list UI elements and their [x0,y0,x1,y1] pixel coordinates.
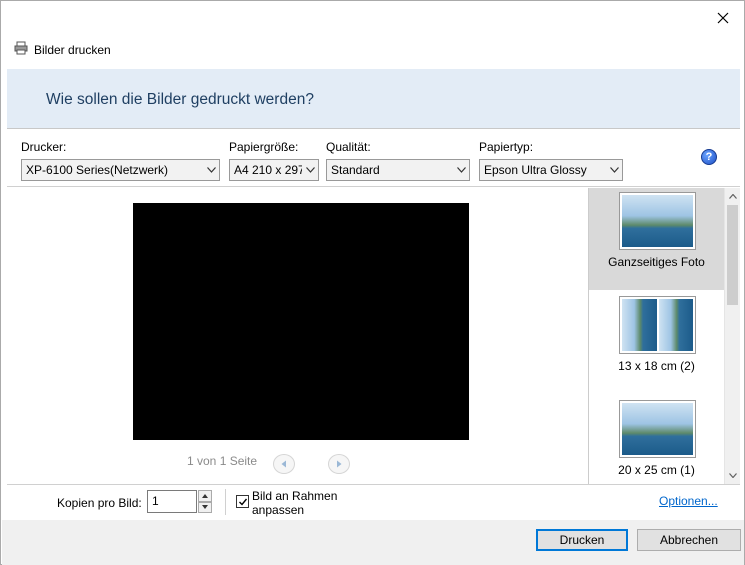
pager: 1 von 1 Seite [187,454,257,468]
quality-select[interactable]: Standard [326,159,470,181]
layout-caption: 13 x 18 cm (2) [618,359,695,373]
print-pictures-dialog: Bilder drucken Wie sollen die Bilder ged… [0,0,745,565]
paper-size-value: A4 210 x 297 [234,163,302,177]
copies-stepper[interactable] [198,490,212,513]
help-icon[interactable]: ? [701,149,717,165]
copies-input[interactable]: 1 [147,490,197,513]
chevron-right-icon [337,460,342,468]
paper-type-select[interactable]: Epson Ultra Glossy [479,159,623,181]
layout-scrollbar[interactable] [724,188,740,484]
scroll-thumb[interactable] [727,205,738,305]
fit-label-line-2: anpassen [252,503,305,517]
chevron-down-icon [203,167,219,173]
fit-to-frame-label: Bild an Rahmen anpassen [252,489,352,517]
window-title: Bilder drucken [34,42,111,57]
chevron-down-icon [453,167,469,173]
quality-label: Qualität: [326,140,371,154]
chevron-down-icon [302,167,318,173]
chevron-down-icon [606,167,622,173]
quality-value: Standard [331,163,380,177]
layout-thumbnail [619,296,696,354]
chevron-down-icon [728,473,737,478]
layout-caption: 20 x 25 cm (1) [618,463,695,477]
chevron-left-icon [281,460,286,468]
printer-label: Drucker: [21,140,67,154]
print-button[interactable]: Drucken [536,529,628,551]
title-bar: Bilder drucken [14,41,111,58]
copies-label: Kopien pro Bild: [57,496,142,510]
fit-to-frame-checkbox[interactable] [236,495,249,508]
stepper-up-button[interactable] [198,490,212,502]
dialog-heading: Wie sollen die Bilder gedruckt werden? [46,91,314,108]
paper-size-select[interactable]: A4 210 x 297 [229,159,319,181]
page-indicator: 1 von 1 Seite [187,454,258,468]
options-link[interactable]: Optionen... [659,494,718,508]
divider [225,489,226,515]
chevron-up-icon [728,194,737,199]
fit-label-line-1: Bild an Rahmen [252,489,338,503]
dialog-footer: Drucken Abbrechen [2,520,744,565]
header-band: Wie sollen die Bilder gedruckt werden? [7,69,740,129]
paper-size-label: Papiergröße: [229,140,299,154]
next-page-button[interactable] [328,454,350,474]
preview-image [133,203,469,440]
paper-type-value: Epson Ultra Glossy [484,163,587,177]
copies-bar: Kopien pro Bild: 1 Bild an Rahmen anpass… [7,484,740,520]
close-icon [717,12,729,24]
layout-thumbnail [619,400,696,458]
print-options-bar: Drucker: XP-6100 Series(Netzwerk) Papier… [7,130,740,187]
chevron-up-icon [202,493,208,498]
layout-item-13x18[interactable]: 13 x 18 cm (2) [589,292,724,394]
stepper-down-button[interactable] [198,501,212,513]
layout-caption: Ganzseitiges Foto [608,255,705,269]
scroll-down-button[interactable] [725,468,740,483]
chevron-down-icon [202,505,208,510]
checkmark-icon [238,498,247,506]
previous-page-button[interactable] [273,454,295,474]
layout-thumbnail [619,192,696,250]
printer-icon [14,41,28,58]
layout-item-full-page[interactable]: Ganzseitiges Foto [589,188,724,290]
layout-item-20x25[interactable]: 20 x 25 cm (1) [589,396,724,484]
paper-type-label: Papiertyp: [479,140,534,154]
scroll-up-button[interactable] [725,189,740,204]
close-button[interactable] [710,7,736,29]
printer-value: XP-6100 Series(Netzwerk) [26,163,169,177]
layout-list: Ganzseitiges Foto 13 x 18 cm (2) 20 x 25… [588,188,740,484]
printer-select[interactable]: XP-6100 Series(Netzwerk) [21,159,220,181]
preview-area: 1 von 1 Seite [7,188,588,484]
cancel-button[interactable]: Abbrechen [637,529,741,551]
